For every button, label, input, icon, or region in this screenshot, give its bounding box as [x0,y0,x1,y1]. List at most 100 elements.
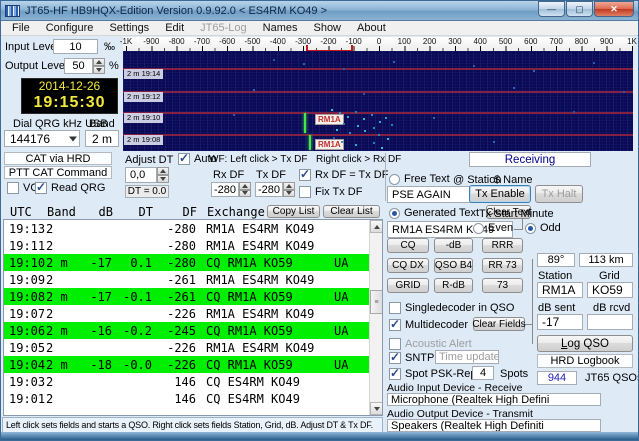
spots-field[interactable]: 4 [472,366,494,380]
cat-button[interactable]: CAT via HRD [4,152,112,165]
input-level-unit: ‰ [104,41,115,53]
cell-cty: UA [334,324,370,338]
hrd-logbook-button[interactable]: HRD Logbook [537,354,633,368]
rx-df-field[interactable]: -280 [211,182,239,197]
fix-tx-df-checkbox[interactable]: Fix Tx DF [299,186,362,198]
tx-df-field[interactable]: -280 [255,182,283,197]
scroll-up-icon[interactable] [370,220,383,233]
spot-psk-checkbox[interactable]: Spot PSK-Rep. [389,368,480,380]
dial-qrg-combo[interactable]: 144176 [4,130,80,147]
generated-text-radio[interactable]: Generated Text [389,207,479,219]
minimize-icon[interactable]: — [538,1,565,17]
tx-df-stepper[interactable] [283,182,295,197]
clear-list-button[interactable]: Clear List [323,205,380,218]
table-row[interactable]: 19:132-280RM1A ES4RM KO49 [4,220,370,237]
cell-ex: CQ ES4RM KO49 [196,392,334,406]
table-row[interactable]: 19:072-226RM1A ES4RM KO49 [4,305,370,322]
menu-configure[interactable]: Configure [38,21,102,35]
read-qrg-checkbox[interactable]: Read QRG [35,182,105,194]
macro-button-grid[interactable]: GRID [387,278,429,293]
adjust-dt-field[interactable]: 0,0 [125,167,157,183]
chevron-down-icon [69,136,77,141]
adjust-dt-stepper[interactable] [157,167,169,183]
singledecoder-checkbox[interactable]: Singledecoder in QSO [389,302,514,314]
cell-band: 2 m [46,290,82,304]
cell-db: -18 [82,358,112,372]
menu-file[interactable]: File [4,21,38,35]
table-row[interactable]: 19:082 m-17-0.1-261CQ RM1A KO59UA [4,288,370,305]
macro-button-r-db[interactable]: R-dB [434,278,473,293]
audio-output-field[interactable]: Speakers (Realtek High Definiti [387,419,601,432]
table-scrollbar[interactable]: ≡ [369,220,382,415]
station-label: Station [538,270,572,282]
multidecoder-checkbox[interactable]: Multidecoder [389,319,468,331]
menu-jt65-log[interactable]: JT65-Log [192,21,254,35]
table-row[interactable]: 19:052-226RM1A ES4RM KO49 [4,339,370,356]
ptt-button[interactable]: PTT CAT Command [4,166,112,179]
freq-tick-label: 900 [600,37,613,46]
clock-date: 2014-12-26 [22,79,117,94]
waterfall[interactable]: 2 m 19:142 m 19:122 m 19:102 m 19:08 RM1… [123,51,633,151]
separator [385,153,386,201]
menu-edit[interactable]: Edit [157,21,192,35]
macro-button-qso-b4[interactable]: QSO B4 [434,258,473,273]
cell-band: 2 [46,307,82,321]
rx-eq-tx-checkbox[interactable]: Rx DF = Tx DF [299,169,388,181]
audio-input-field[interactable]: Microphone (Realtek High Defini [387,393,601,406]
menu-names[interactable]: Names [255,21,306,35]
close-icon[interactable]: ✕ [594,1,634,17]
db-sent-field[interactable]: -17 [537,314,583,330]
db-rcvd-field[interactable] [587,314,633,330]
cell-ex: CQ RM1A KO59 [196,290,334,304]
connector-line [532,259,533,344]
freq-tick-label: -400 [270,37,286,46]
menu-settings[interactable]: Settings [101,21,157,35]
maximize-icon[interactable]: ▢ [566,1,593,17]
macro-button-cq-dx[interactable]: CQ DX [387,258,429,273]
macro-button-cq[interactable]: CQ [387,238,429,253]
output-level-stepper[interactable] [93,58,105,74]
table-row[interactable]: 19:102 m-170.1-280CQ RM1A KO59UA [4,254,370,271]
station-field[interactable]: RM1A [537,282,583,298]
wf-hint-left: WF: Left click > Tx DF [209,154,307,165]
tx-halt-button[interactable]: Tx Halt [535,185,583,203]
scroll-thumb[interactable]: ≡ [370,290,383,314]
cell-db: -17 [82,256,112,270]
tx-enable-button[interactable]: Tx Enable [469,185,531,203]
macro-button-73[interactable]: 73 [482,278,523,293]
menu-about[interactable]: About [349,21,394,35]
free-text-radio[interactable]: Free Text [389,173,450,185]
table-row[interactable]: 19:092-261RM1A ES4RM KO49 [4,271,370,288]
minute-line [123,112,633,114]
freq-tick-label: 500 [499,37,512,46]
macro-button-rrr[interactable]: RRR [482,238,523,253]
output-level-field[interactable]: 50 [64,58,93,74]
table-row[interactable]: 19:042 m-18-0.0-226CQ RM1A KO59UA [4,356,370,373]
clear-fields-button[interactable]: Clear Fields [473,317,525,331]
menu-show[interactable]: Show [305,21,349,35]
cell-df: -226 [152,358,196,372]
log-qso-button[interactable]: Log QSO [537,335,633,352]
macro-button--db[interactable]: -dB [434,238,473,253]
cell-band: 2 [46,222,82,236]
freq-tick-label: 300 [448,37,461,46]
rx-df-stepper[interactable] [239,182,251,197]
table-row[interactable]: 19:012146CQ ES4RM KO49 [4,390,370,407]
grid-label: Grid [599,270,620,282]
scroll-down-icon[interactable] [370,402,383,415]
time-updated-field: Time updated [435,350,499,364]
even-radio[interactable]: Even [473,222,513,234]
copy-list-button[interactable]: Copy List [267,205,320,218]
acoustic-alert-checkbox[interactable]: Acoustic Alert [389,338,472,350]
table-row[interactable]: 19:062 m-16-0.2-245CQ RM1A KO59UA [4,322,370,339]
odd-radio[interactable]: Odd [525,222,561,234]
cell-df: -261 [152,273,196,287]
macro-button-rr-73[interactable]: RR 73 [482,258,523,273]
table-row[interactable]: 19:032146CQ ES4RM KO49 [4,373,370,390]
sntp-checkbox[interactable]: SNTP [389,352,434,364]
table-row[interactable]: 19:112-280RM1A ES4RM KO49 [4,237,370,254]
freq-tick-label: 700 [549,37,562,46]
grid-field[interactable]: KO59 [587,282,633,298]
freq-tick-label: 1K [627,37,637,46]
input-level-field[interactable]: 10 [53,39,98,54]
